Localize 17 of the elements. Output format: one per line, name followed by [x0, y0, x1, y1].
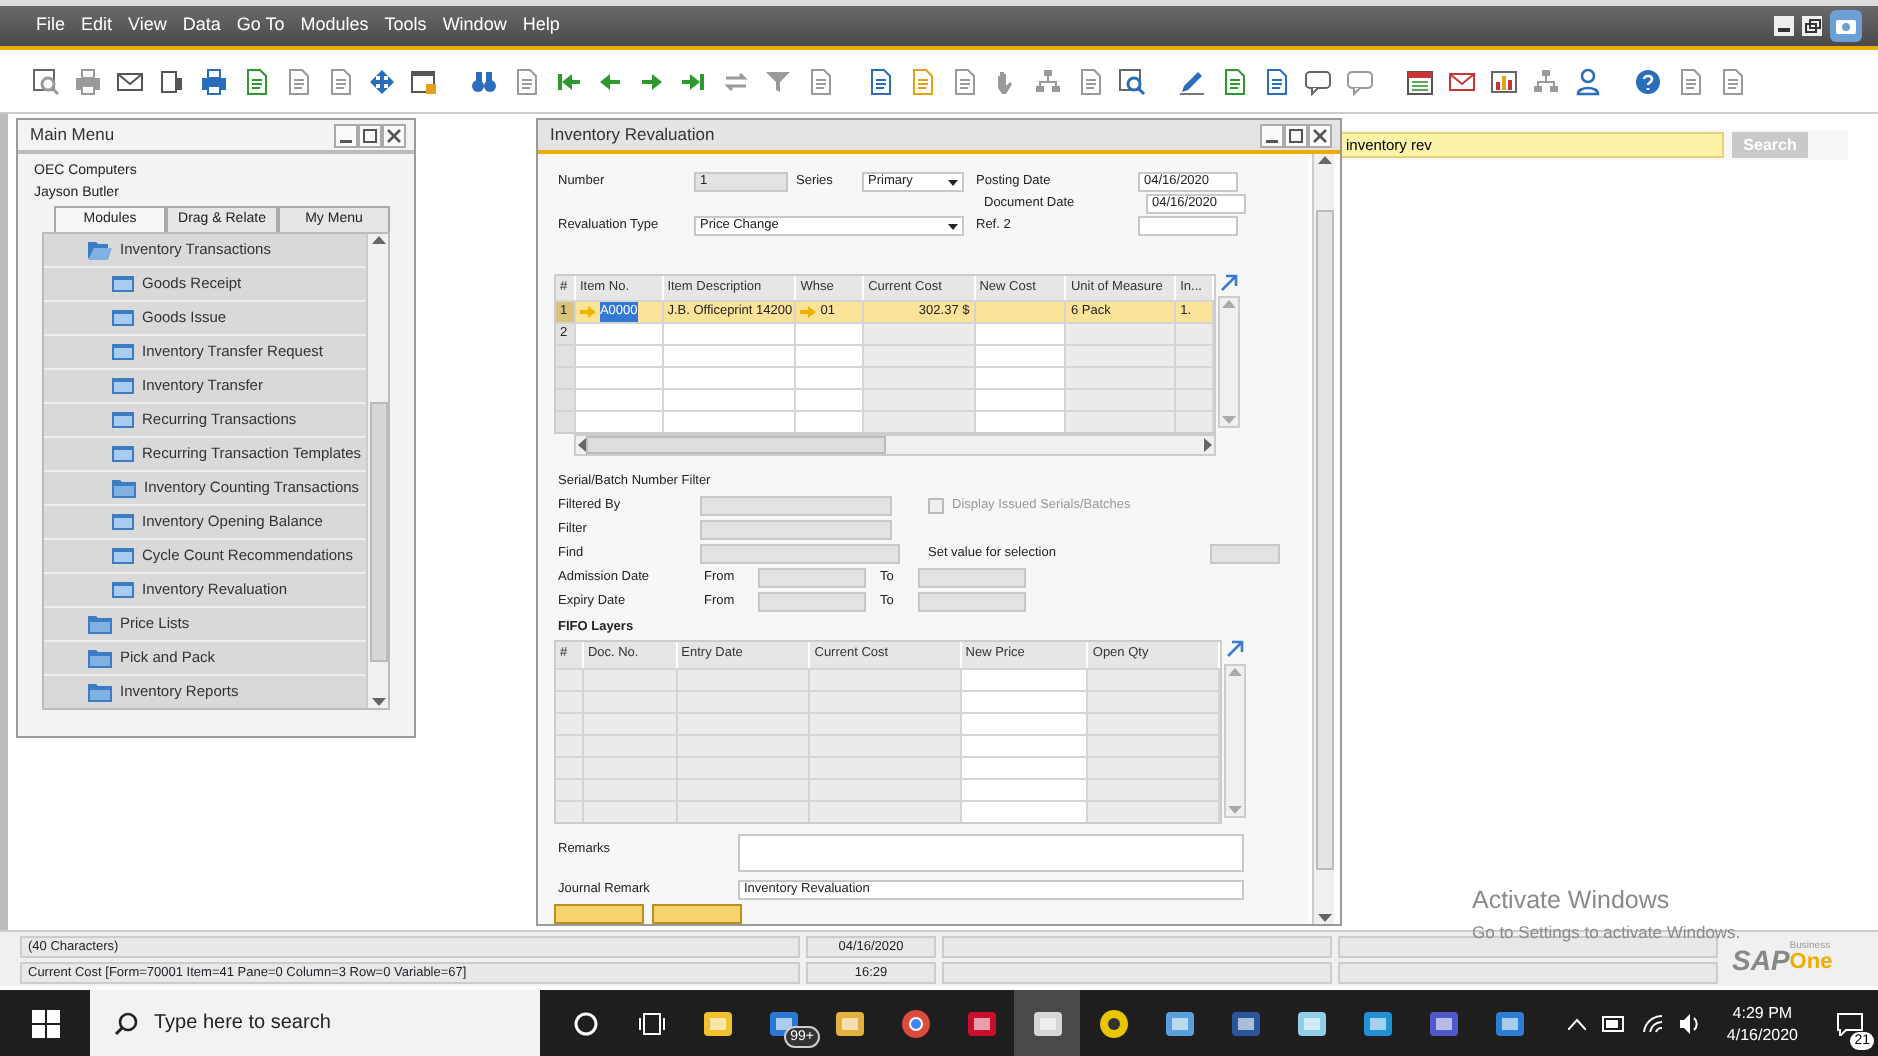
- menu-item[interactable]: View: [128, 12, 167, 40]
- taskbar-search-field[interactable]: Type here to search: [90, 990, 540, 1056]
- menu-item[interactable]: Edit: [81, 12, 113, 40]
- menu-item[interactable]: Window: [442, 12, 507, 40]
- menu-item[interactable]: Go To: [236, 12, 285, 40]
- menu-item[interactable]: Tools: [384, 12, 427, 40]
- window-title: Main Menu: [30, 122, 115, 148]
- menu-item[interactable]: Modules: [300, 12, 369, 40]
- clock[interactable]: 4:29 PM 4/16/2020: [1718, 1001, 1806, 1045]
- logo-text: SAP: [1732, 946, 1790, 974]
- activation-title: Activate Windows: [1472, 884, 1672, 918]
- window-title: Inventory Revaluation: [550, 122, 715, 148]
- menu-item[interactable]: File: [36, 12, 66, 40]
- activation-hint: Go to Settings to activate Windows.: [1472, 919, 1741, 945]
- logo-text: One: [1789, 952, 1833, 974]
- menu-item[interactable]: Help: [522, 12, 560, 40]
- menu-item[interactable]: Data: [182, 12, 221, 40]
